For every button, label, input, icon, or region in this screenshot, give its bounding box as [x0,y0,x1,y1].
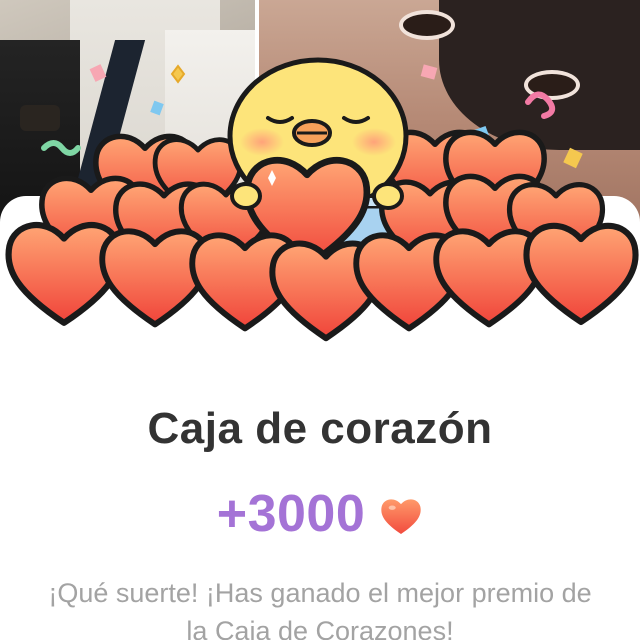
heart-icon [381,499,421,535]
reward-screen: Caja de corazón +3000 ¡Qué suerte! ¡Has … [0,0,640,640]
heart-box-illustration [0,57,640,350]
reward-amount: +3000 [216,485,366,543]
reward-title: Caja de corazón [147,404,493,453]
reward-message: ¡Qué suerte! ¡Has ganado el mejor premio… [48,578,592,640]
reward-amount-row: +3000 [0,484,640,544]
